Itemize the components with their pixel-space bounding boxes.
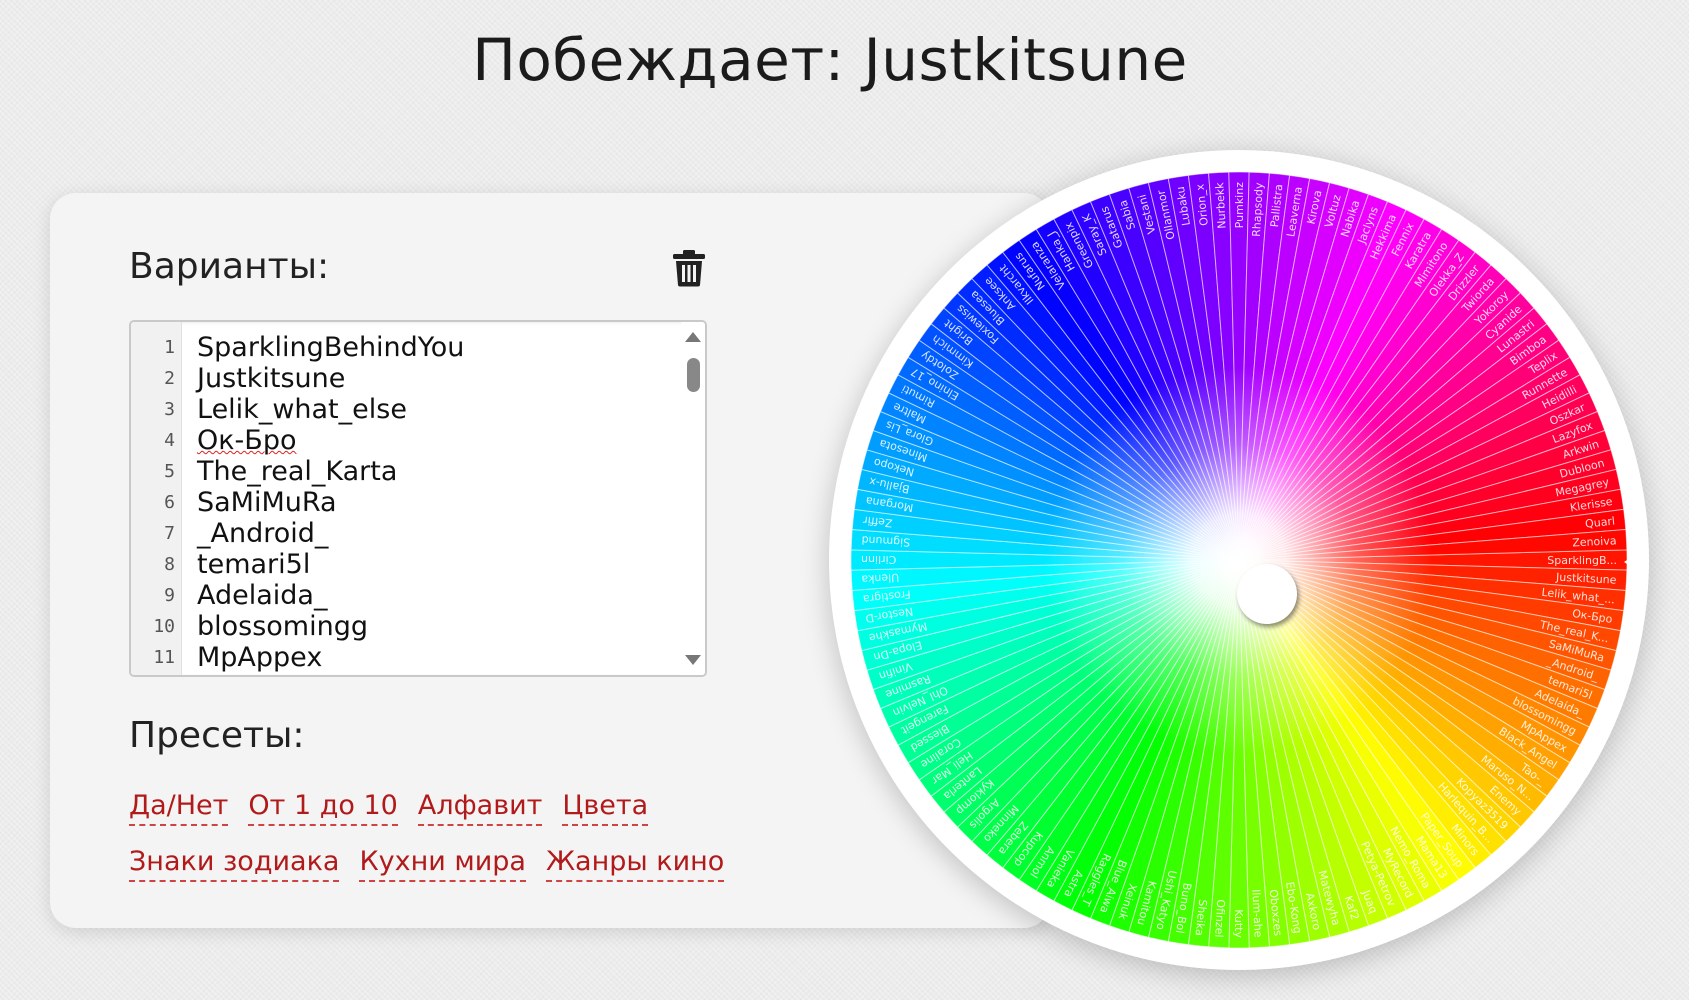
line-number: 10 <box>153 616 175 637</box>
line-text[interactable]: _Android_ <box>197 518 328 549</box>
preset-zodiac[interactable]: Знаки зодиака <box>129 846 340 882</box>
line-text[interactable]: Justkitsune <box>197 363 345 394</box>
center-glow <box>851 172 1627 948</box>
line-number: 3 <box>164 399 175 420</box>
line-number: 5 <box>164 461 175 482</box>
editor-line[interactable]: 6 SaMiMuRa <box>131 487 705 518</box>
presets-row: Да/Нет От 1 до 10 Алфавит Цвета <box>129 790 729 826</box>
winner-title: Побеждает: Justkitsune <box>472 26 1188 94</box>
preset-world-cuisines[interactable]: Кухни мира <box>359 846 526 882</box>
line-number: 7 <box>164 523 175 544</box>
line-number: 4 <box>164 430 175 451</box>
wheel-hub[interactable] <box>1237 564 1297 624</box>
scroll-down-arrow-icon[interactable] <box>685 655 701 665</box>
variants-lines: 1 SparklingBehindYou 2 Justkitsune 3 Lelik_… <box>131 332 705 673</box>
line-number: 2 <box>164 368 175 389</box>
line-number: 8 <box>164 554 175 575</box>
line-text[interactable]: SparklingBehindYou <box>197 332 464 363</box>
line-text[interactable]: Adelaida_ <box>197 580 327 611</box>
presets-list: Да/Нет От 1 до 10 Алфавит Цвета Знаки зо… <box>129 790 729 902</box>
editor-line[interactable]: 4 Ок-Бро <box>131 425 705 456</box>
line-text[interactable]: The_real_Karta <box>197 456 397 487</box>
scrollbar-thumb[interactable] <box>687 358 700 392</box>
line-text[interactable]: MpAppex <box>197 642 322 673</box>
variants-label: Варианты: <box>129 246 330 287</box>
line-number: 9 <box>164 585 175 606</box>
editor-line[interactable]: 1 SparklingBehindYou <box>131 332 705 363</box>
preset-movie-genres[interactable]: Жанры кино <box>545 846 725 882</box>
preset-yes-no[interactable]: Да/Нет <box>129 790 229 826</box>
editor-line[interactable]: 5 The_real_Karta <box>131 456 705 487</box>
preset-colors[interactable]: Цвета <box>562 790 649 826</box>
wheel-frame: SparklingB...JustkitsuneLelik_what_...Ок… <box>829 150 1649 970</box>
fortune-wheel[interactable]: SparklingB...JustkitsuneLelik_what_...Ок… <box>851 172 1627 948</box>
preset-alphabet[interactable]: Алфавит <box>417 790 543 826</box>
line-text[interactable]: Lelik_what_else <box>197 394 407 425</box>
editor-line[interactable]: 9 Adelaida_ <box>131 580 705 611</box>
line-number: 11 <box>153 647 175 668</box>
editor-line[interactable]: 7 _Android_ <box>131 518 705 549</box>
editor-line[interactable]: 2 Justkitsune <box>131 363 705 394</box>
editor-scrollbar[interactable] <box>681 322 705 675</box>
presets-label: Пресеты: <box>129 715 305 756</box>
variants-editor[interactable]: 1 SparklingBehindYou 2 Justkitsune 3 Lelik_… <box>129 320 707 677</box>
line-text[interactable]: temari5l <box>197 549 310 580</box>
editor-line[interactable]: 8 temari5l <box>131 549 705 580</box>
wheel-pointer-icon <box>1624 549 1644 575</box>
editor-line[interactable]: 10 blossomingg <box>131 611 705 642</box>
line-text[interactable]: Ок-Бро <box>197 425 296 456</box>
presets-row: Знаки зодиака Кухни мира Жанры кино <box>129 846 729 882</box>
line-text[interactable]: SaMiMuRa <box>197 487 337 518</box>
scroll-up-arrow-icon[interactable] <box>685 332 701 342</box>
preset-1-to-10[interactable]: От 1 до 10 <box>248 790 398 826</box>
line-number: 1 <box>164 337 175 358</box>
line-text[interactable]: blossomingg <box>197 611 368 642</box>
trash-icon[interactable] <box>672 249 706 287</box>
line-number: 6 <box>164 492 175 513</box>
editor-line[interactable]: 3 Lelik_what_else <box>131 394 705 425</box>
editor-line[interactable]: 11 MpAppex <box>131 642 705 673</box>
wheel-segments: SparklingB...JustkitsuneLelik_what_...Ок… <box>851 172 1627 948</box>
